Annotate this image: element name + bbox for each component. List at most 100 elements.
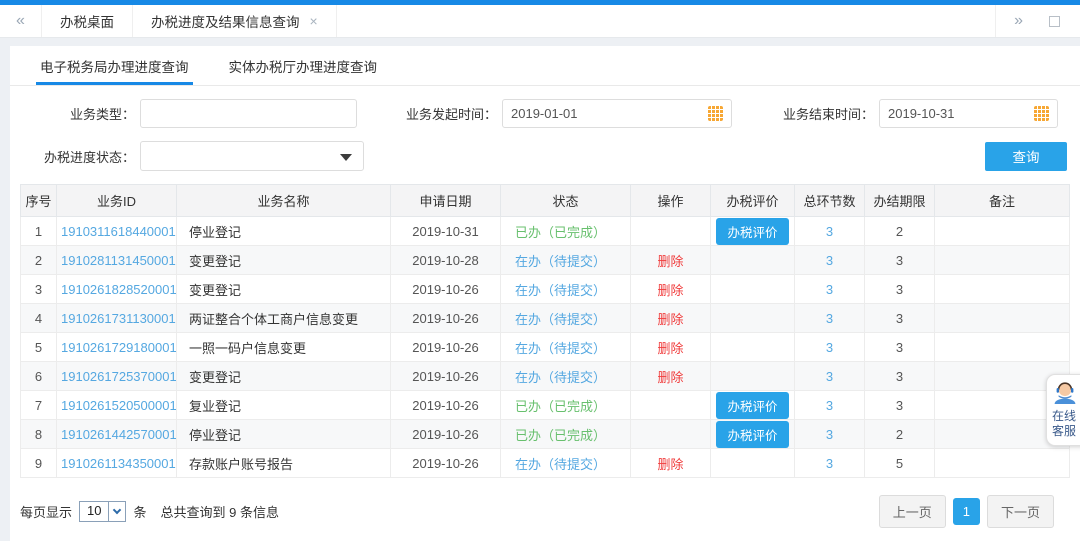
calendar-icon[interactable] [708,106,723,121]
end-date-value: 2019-10-31 [888,106,1034,121]
total-links-value[interactable]: 3 [826,282,833,297]
business-id-link[interactable]: 1910261442570001 [61,427,177,442]
total-links-value[interactable]: 3 [826,427,833,442]
start-date-value: 2019-01-01 [511,106,708,121]
column-header: 状态 [501,185,631,217]
status-text: 在办（待提交） [515,341,606,356]
service-text-line2: 客服 [1052,424,1080,439]
total-links-value[interactable]: 3 [826,253,833,268]
table-body: 11910311618440001停业登记2019-10-31已办（已完成）办税… [21,217,1070,478]
delete-link[interactable]: 删除 [657,370,683,385]
query-button[interactable]: 查询 [985,142,1067,171]
tab-label: 办税进度及结果信息查询 [151,11,300,31]
results-table-wrap: 序号业务ID业务名称申请日期状态操作办税评价总环节数办结期限备注 1191031… [20,184,1070,478]
expand-tabs-icon[interactable]: » [996,12,1041,30]
total-links-value[interactable]: 3 [826,311,833,326]
business-id-link[interactable]: 1910261725370001 [61,369,177,384]
window-tab-bar: « 办税桌面 办税进度及结果信息查询 × » [0,5,1080,38]
end-date-input[interactable]: 2019-10-31 [879,99,1058,128]
customer-service-avatar-icon [1052,380,1078,404]
per-page-select[interactable]: 10 [79,501,126,522]
column-header: 业务ID [57,185,177,217]
tab-tax-desktop[interactable]: 办税桌面 [42,5,133,37]
business-id-link[interactable]: 1910281131450001 [61,253,176,268]
table-row: 91910261134350001存款账户账号报告2019-10-26在办（待提… [21,449,1070,478]
delete-link[interactable]: 删除 [657,312,683,327]
online-service-widget[interactable]: 在线 客服 [1046,374,1080,446]
tab-progress-query[interactable]: 办税进度及结果信息查询 × [133,5,337,37]
pager: 上一页 1 下一页 [879,495,1054,528]
status-text: 在办（待提交） [515,312,606,327]
status-text: 已办（已完成） [515,428,606,443]
evaluate-button[interactable]: 办税评价 [716,392,788,419]
delete-link[interactable]: 删除 [657,457,683,472]
start-time-label: 业务发起时间： [385,104,497,123]
start-date-input[interactable]: 2019-01-01 [502,99,732,128]
business-id-link[interactable]: 1910261520500001 [61,398,177,413]
calendar-icon[interactable] [1034,106,1049,121]
close-icon[interactable]: × [310,13,318,29]
subtab-hall-progress[interactable]: 实体办税厅办理进度查询 [229,46,378,85]
tabbar-right-controls: » [995,5,1080,37]
service-text-line1: 在线 [1052,409,1080,424]
status-text: 在办（待提交） [515,254,606,269]
table-row: 11910311618440001停业登记2019-10-31已办（已完成）办税… [21,217,1070,246]
business-id-link[interactable]: 1910261828520001 [61,282,177,297]
next-page-button[interactable]: 下一页 [987,495,1054,528]
filter-row-2: 办税进度状态： 查询 [20,141,1070,171]
progress-status-label: 办税进度状态： [20,147,135,166]
collapse-tabs-icon[interactable]: « [0,5,42,37]
business-id-link[interactable]: 1910311618440001 [61,224,176,239]
status-text: 在办（待提交） [515,283,606,298]
delete-link[interactable]: 删除 [657,341,683,356]
column-header: 序号 [21,185,57,217]
table-row: 61910261725370001变更登记2019-10-26在办（待提交）删除… [21,362,1070,391]
table-row: 71910261520500001复业登记2019-10-26已办（已完成）办税… [21,391,1070,420]
per-page-suffix: 条 [133,502,146,521]
total-links-value[interactable]: 3 [826,456,833,471]
business-type-input[interactable] [140,99,357,128]
results-table: 序号业务ID业务名称申请日期状态操作办税评价总环节数办结期限备注 1191031… [20,184,1070,478]
business-id-link[interactable]: 1910261134350001 [61,456,176,471]
column-header: 办结期限 [865,185,935,217]
delete-link[interactable]: 删除 [657,283,683,298]
total-links-value[interactable]: 3 [826,398,833,413]
business-id-link[interactable]: 1910261731130001 [61,311,176,326]
pagination-bar: 每页显示 10 条 总共查询到 9 条信息 上一页 1 下一页 [20,495,1070,528]
chevron-down-icon [340,154,352,161]
status-text: 在办（待提交） [515,457,606,472]
table-row: 41910261731130001两证整合个体工商户信息变更2019-10-26… [21,304,1070,333]
business-id-link[interactable]: 1910261729180001 [61,340,177,355]
column-header: 申请日期 [391,185,501,217]
total-links-value[interactable]: 3 [826,340,833,355]
current-page-button[interactable]: 1 [953,498,980,525]
column-header: 办税评价 [711,185,795,217]
business-type-label: 业务类型： [20,104,135,123]
per-page-prefix: 每页显示 [20,502,72,521]
end-time-label: 业务结束时间： [762,104,874,123]
column-header: 操作 [631,185,711,217]
table-row: 21910281131450001变更登记2019-10-28在办（待提交）删除… [21,246,1070,275]
evaluate-button[interactable]: 办税评价 [716,421,788,448]
main-panel: 电子税务局办理进度查询 实体办税厅办理进度查询 业务类型： 业务发起时间： 20… [10,46,1080,541]
per-page-value: 10 [80,502,108,521]
delete-link[interactable]: 删除 [657,254,683,269]
column-header: 总环节数 [795,185,865,217]
chevron-down-icon [108,502,125,521]
table-row: 81910261442570001停业登记2019-10-26已办（已完成）办税… [21,420,1070,449]
query-subtabs: 电子税务局办理进度查询 实体办税厅办理进度查询 [10,46,1080,86]
column-header: 备注 [935,185,1070,217]
subtab-etax-progress[interactable]: 电子税务局办理进度查询 [40,46,189,85]
column-header: 业务名称 [177,185,391,217]
progress-status-select[interactable] [140,141,364,171]
evaluate-button[interactable]: 办税评价 [716,218,788,245]
total-links-value[interactable]: 3 [826,224,833,239]
prev-page-button[interactable]: 上一页 [879,495,946,528]
filter-form: 业务类型： 业务发起时间： 2019-01-01 业务结束时间： 2019-10… [10,86,1080,171]
filter-row-1: 业务类型： 业务发起时间： 2019-01-01 业务结束时间： 2019-10… [20,99,1070,128]
total-links-value[interactable]: 3 [826,369,833,384]
table-row: 31910261828520001变更登记2019-10-26在办（待提交）删除… [21,275,1070,304]
window-restore-icon[interactable] [1049,16,1060,27]
status-text: 已办（已完成） [515,399,606,414]
status-text: 已办（已完成） [515,225,606,240]
